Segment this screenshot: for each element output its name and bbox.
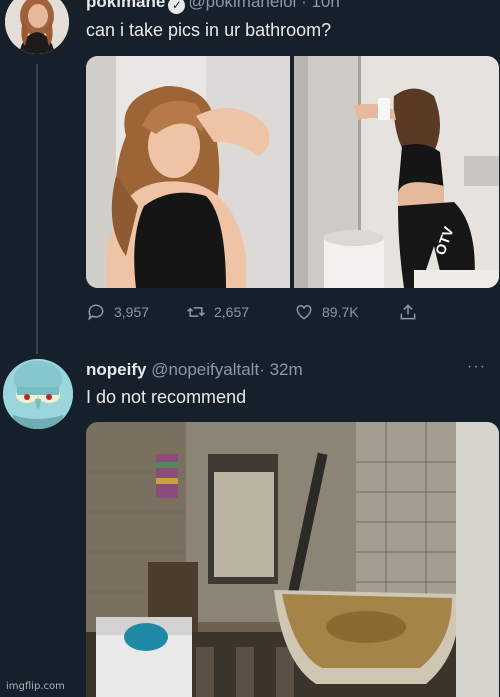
tweet-text: I do not recommend xyxy=(86,387,247,407)
tweet-photo-2[interactable]: OTV xyxy=(294,56,499,288)
mirror-selfie-photo-icon: OTV xyxy=(294,56,499,288)
tweet-photo-1[interactable] xyxy=(86,56,290,288)
display-name[interactable]: nopeify xyxy=(86,360,146,379)
reply-count: 3,957 xyxy=(114,304,150,320)
tweet-text: can i take pics in ur bathroom? xyxy=(86,20,332,40)
watermark: imgflip.com xyxy=(6,681,65,692)
user-avatar-photo-icon xyxy=(5,0,69,54)
selfie-photo-icon xyxy=(86,56,290,288)
user-handle[interactable]: @nopeifyaltalt xyxy=(151,360,259,379)
tweet-header: pokimane ✓ @pokimanelol · 10h xyxy=(86,0,340,14)
avatar[interactable] xyxy=(5,0,69,54)
retweet-icon xyxy=(187,307,205,317)
more-options-icon[interactable]: ··· xyxy=(467,358,486,376)
avatar[interactable] xyxy=(3,359,73,429)
tweet-time[interactable]: · 10h xyxy=(301,0,340,11)
tweet-header: nopeify @nopeifyaltalt· 32m xyxy=(86,360,303,380)
verified-badge-icon: ✓ xyxy=(168,0,186,14)
retweet-count: 2,657 xyxy=(214,304,250,320)
like-button[interactable]: 89.7K xyxy=(294,302,398,322)
tweet-actions: 3,957 2,657 89.7K xyxy=(86,302,486,322)
thread-connector-line xyxy=(36,64,38,354)
tweet-photo-bathroom[interactable] xyxy=(86,422,499,697)
retweet-button[interactable]: 2,657 xyxy=(186,302,294,322)
dirty-bathroom-photo-icon xyxy=(86,422,499,697)
heart-icon xyxy=(296,304,312,320)
reply-icon xyxy=(88,304,104,321)
like-count: 89.7K xyxy=(322,304,359,320)
reply-button[interactable]: 3,957 xyxy=(86,302,186,322)
tweet-time[interactable]: · 32m xyxy=(259,360,302,379)
share-icon xyxy=(400,304,416,320)
squidward-avatar-icon xyxy=(3,359,73,429)
share-button[interactable] xyxy=(398,302,418,322)
user-handle[interactable]: @pokimanelol xyxy=(188,0,296,11)
display-name[interactable]: pokimane xyxy=(86,0,165,11)
